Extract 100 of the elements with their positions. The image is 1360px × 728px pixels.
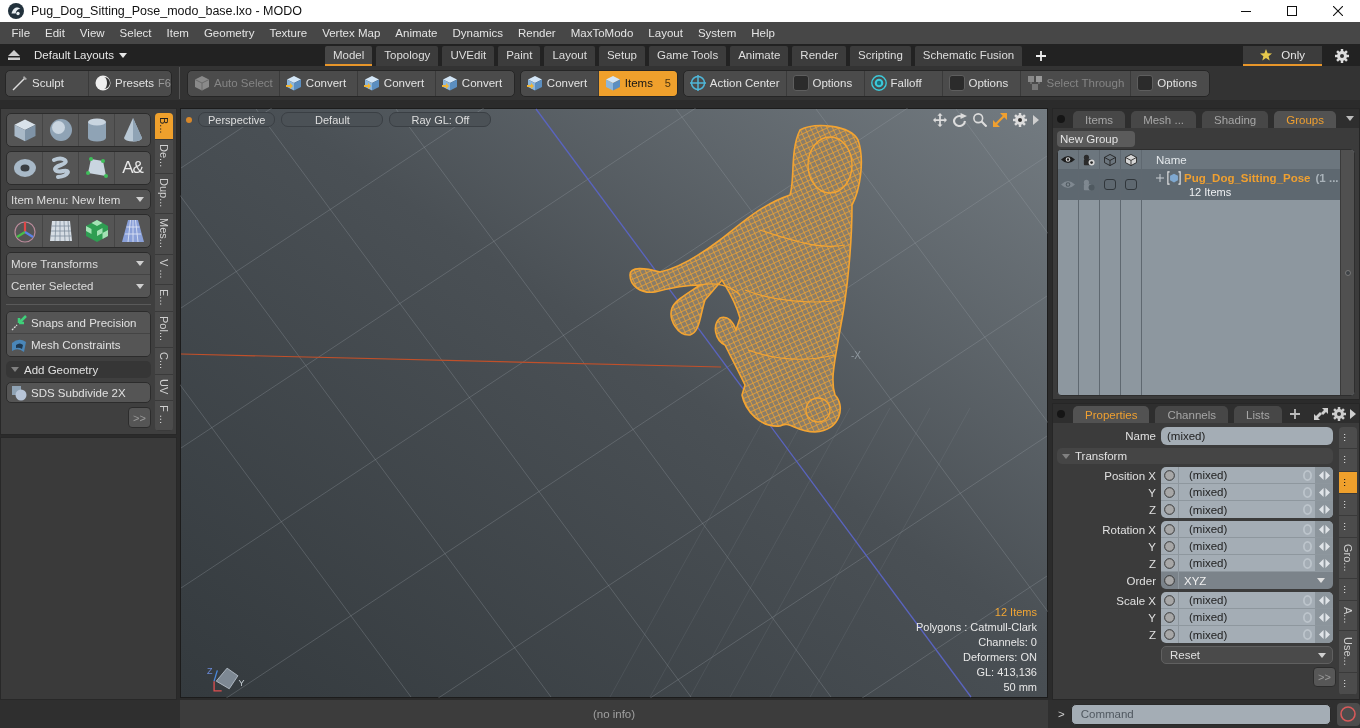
- layout-tab[interactable]: Game Tools: [649, 46, 727, 66]
- command-field[interactable]: Command: [1070, 703, 1331, 725]
- section-header[interactable]: Add Geometry: [6, 361, 151, 378]
- menu-item[interactable]: System: [690, 27, 744, 39]
- menu-item[interactable]: Dynamics: [445, 27, 511, 39]
- rotate-icon[interactable]: [953, 113, 967, 127]
- convert-button[interactable]: Convert: [279, 70, 358, 96]
- number-field[interactable]: (mixed): [1161, 592, 1333, 609]
- viewport-option-button[interactable]: Perspective: [198, 112, 276, 127]
- options-button[interactable]: Options: [1131, 70, 1210, 96]
- key-circle-icon[interactable]: [1164, 486, 1175, 498]
- text-tool-button[interactable]: A&: [115, 152, 150, 184]
- name-field[interactable]: (mixed): [1161, 427, 1333, 445]
- options-button[interactable]: Options: [786, 70, 865, 96]
- viewport-option-button[interactable]: Ray GL: Off: [389, 112, 492, 127]
- layout-tab[interactable]: Paint: [498, 46, 541, 66]
- drag-arrows-icon[interactable]: [1318, 524, 1330, 534]
- menu-item[interactable]: Layout: [640, 27, 691, 39]
- options-button[interactable]: Options: [942, 70, 1021, 96]
- checkbox[interactable]: [1125, 179, 1137, 190]
- menu-item[interactable]: Render: [510, 27, 564, 39]
- layout-tab[interactable]: Model: [325, 46, 373, 66]
- dropdown[interactable]: More Transforms: [7, 253, 150, 275]
- panel-tab[interactable]: Properties: [1073, 406, 1150, 423]
- key-circle-icon[interactable]: [1164, 594, 1175, 606]
- menu-item[interactable]: Help: [743, 27, 783, 39]
- key-circle-icon[interactable]: [1164, 629, 1175, 640]
- minimize-icon[interactable]: [1241, 10, 1251, 12]
- settings-icon[interactable]: [1332, 406, 1346, 421]
- side-tab[interactable]: De...: [155, 140, 173, 175]
- order-dropdown[interactable]: XYZ: [1161, 572, 1333, 589]
- number-field[interactable]: (mixed): [1161, 538, 1333, 555]
- new-group-button[interactable]: New Group: [1057, 131, 1135, 147]
- layouts-dropdown[interactable]: Default Layouts: [34, 49, 127, 61]
- maximize-icon[interactable]: [1287, 6, 1297, 16]
- drag-arrows-icon[interactable]: [1318, 558, 1330, 568]
- side-tab[interactable]: UV: [155, 375, 173, 402]
- side-tab[interactable]: Mes...: [155, 214, 173, 255]
- side-tab[interactable]: ...: [1339, 471, 1357, 494]
- side-tab[interactable]: ...: [1339, 672, 1357, 695]
- render-camera-icon[interactable]: [1083, 178, 1095, 191]
- panel-tab[interactable]: Items: [1073, 111, 1126, 128]
- viewport-option-button[interactable]: Default: [281, 112, 384, 127]
- number-field[interactable]: (mixed): [1161, 467, 1333, 484]
- number-field[interactable]: (mixed): [1161, 626, 1333, 643]
- items-button[interactable]: Items 5: [598, 70, 677, 96]
- number-field[interactable]: (mixed): [1161, 521, 1333, 538]
- zoom-icon[interactable]: [973, 113, 987, 127]
- key-circle-icon[interactable]: [1164, 575, 1175, 586]
- side-tab[interactable]: ...: [1339, 427, 1357, 450]
- convert-button[interactable]: Convert: [435, 70, 514, 96]
- up-arrow-icon[interactable]: [8, 50, 20, 60]
- convert-button[interactable]: Convert: [357, 70, 436, 96]
- move-icon[interactable]: [933, 113, 947, 127]
- section-header[interactable]: Transform: [1057, 448, 1333, 464]
- number-field[interactable]: (mixed): [1161, 555, 1333, 572]
- menu-item[interactable]: Texture: [261, 27, 315, 39]
- menu-item[interactable]: Animate: [387, 27, 445, 39]
- key-circle-icon[interactable]: [1164, 540, 1175, 552]
- panel-tab[interactable]: Lists: [1234, 406, 1282, 423]
- key-circle-icon[interactable]: [1164, 557, 1175, 569]
- mesh-constraints-button[interactable]: Mesh Constraints: [7, 334, 150, 356]
- layout-tab[interactable]: Scripting: [850, 46, 911, 66]
- menu-item[interactable]: View: [72, 27, 113, 39]
- panel-tab[interactable]: Channels: [1155, 406, 1228, 423]
- key-circle-icon[interactable]: [1164, 504, 1175, 515]
- number-field[interactable]: (mixed): [1161, 609, 1333, 626]
- panel-tab[interactable]: Shading: [1202, 111, 1269, 128]
- subdivide-button[interactable]: SDS Subdivide 2X: [6, 382, 151, 403]
- menu-item[interactable]: Edit: [37, 27, 73, 39]
- layout-tab[interactable]: Topology: [376, 46, 439, 66]
- side-tab[interactable]: Use...: [1339, 630, 1357, 673]
- side-tab[interactable]: ...: [1339, 516, 1357, 539]
- drag-arrows-icon[interactable]: [1318, 505, 1330, 514]
- item-menu-dropdown[interactable]: Item Menu: New Item: [6, 189, 151, 210]
- record-button[interactable]: [1336, 702, 1360, 726]
- menu-item[interactable]: File: [4, 27, 38, 39]
- expand-icon[interactable]: [1314, 407, 1328, 420]
- number-field[interactable]: (mixed): [1161, 484, 1333, 501]
- caret-icon[interactable]: [1345, 116, 1354, 121]
- side-tab[interactable]: E...: [155, 284, 173, 312]
- side-tab[interactable]: ...: [1339, 493, 1357, 517]
- expand-plus-icon[interactable]: [1156, 174, 1164, 182]
- settings-icon[interactable]: [1335, 49, 1349, 63]
- falloff-button[interactable]: Falloff: [864, 70, 943, 96]
- eye-icon[interactable]: [1061, 180, 1075, 189]
- drag-arrows-icon[interactable]: [1318, 612, 1330, 622]
- only-filter-button[interactable]: Only: [1243, 46, 1322, 66]
- side-tab[interactable]: B...: [155, 113, 173, 141]
- lock-checkbox[interactable]: [1104, 179, 1116, 190]
- panel-tab[interactable]: Groups: [1274, 111, 1336, 128]
- side-tab[interactable]: ...: [1339, 449, 1357, 472]
- layout-tab[interactable]: UVEdit: [442, 46, 495, 66]
- menu-item[interactable]: Vertex Map: [314, 27, 388, 39]
- panel-tab[interactable]: Mesh ...: [1131, 111, 1197, 128]
- side-tab[interactable]: F ...: [155, 401, 173, 431]
- group-row[interactable]: Pug_Dog_Sitting_Pose (1 ... 12 Items: [1058, 169, 1340, 200]
- key-circle-icon[interactable]: [1164, 523, 1175, 535]
- arrow-right-icon[interactable]: [1350, 408, 1356, 419]
- key-circle-icon[interactable]: [1164, 611, 1175, 623]
